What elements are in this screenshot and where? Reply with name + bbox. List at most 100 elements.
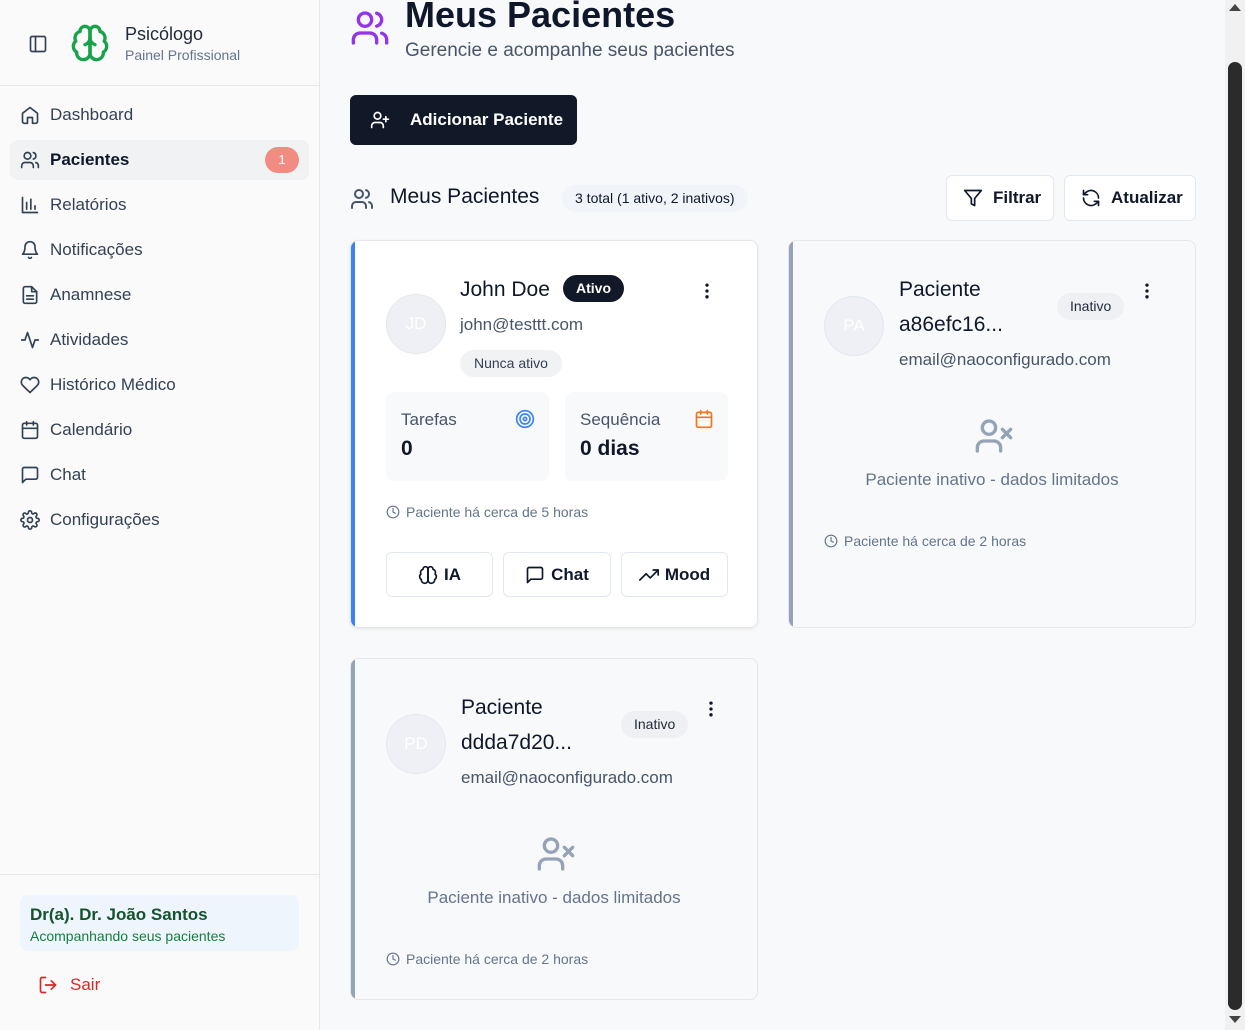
settings-icon (20, 510, 40, 530)
sidebar-item-pacientes[interactable]: Pacientes 1 (10, 140, 309, 180)
add-patient-button[interactable]: Adicionar Paciente (350, 95, 577, 145)
trending-up-icon (638, 565, 665, 585)
user-x-icon (974, 416, 1014, 456)
activity-icon (20, 330, 40, 350)
sidebar-item-historico-medico[interactable]: Histórico Médico (10, 365, 309, 405)
card-status-stripe (789, 241, 793, 627)
card-status-stripe (351, 241, 355, 627)
patient-name: John Doe (460, 278, 550, 301)
chat-button[interactable]: Chat (503, 552, 611, 597)
status-badge: Ativo (563, 275, 624, 302)
tasks-stat: Tarefas 0 (386, 392, 549, 481)
total-count-badge: 3 total (1 ativo, 2 inativos) (562, 185, 748, 212)
patient-email: email@naoconfigurado.com (899, 350, 1111, 369)
mood-button-label: Mood (664, 564, 711, 584)
scroll-up-arrow-icon[interactable] (1229, 4, 1241, 11)
logout-label: Sair (70, 975, 101, 994)
page-subtitle: Gerencie e acompanhe seus pacientes (405, 40, 735, 61)
status-badge: Inativo (1057, 293, 1125, 320)
logout-icon (38, 975, 70, 995)
sidebar-item-label: Atividades (50, 330, 129, 349)
scrollbar-thumb[interactable] (1228, 62, 1242, 1010)
target-icon (515, 409, 535, 429)
chat-button-label: Chat (551, 564, 589, 584)
file-text-icon (20, 285, 40, 305)
bell-icon (20, 240, 40, 260)
brain-icon (418, 565, 444, 585)
patient-card[interactable]: PA Paciente a86efc16... Inativo email@na… (788, 240, 1196, 628)
clock-icon (824, 534, 844, 548)
patient-card[interactable]: JD John Doe Ativo john@testtt.com Nunca … (350, 240, 758, 628)
clock-icon (386, 952, 406, 966)
calendar-icon (20, 420, 40, 440)
status-badge: Inativo (621, 711, 689, 738)
sidebar-item-label: Dashboard (50, 105, 134, 124)
sidebar-item-label: Histórico Médico (50, 375, 176, 394)
streak-value: 0 dias (580, 437, 640, 460)
patient-card[interactable]: PD Paciente ddda7d20... Inativo email@na… (350, 658, 758, 1000)
sidebar-item-calendario[interactable]: Calendário (10, 410, 309, 450)
inactive-message: Paciente inativo - dados limitados (865, 470, 1119, 489)
sidebar-item-label: Calendário (50, 420, 133, 439)
card-status-stripe (351, 659, 355, 999)
more-vertical-icon[interactable] (697, 281, 717, 301)
patient-name-line1: Paciente (461, 696, 543, 719)
streak-stat: Sequência 0 dias (565, 392, 728, 481)
logout-button[interactable]: Sair (38, 975, 100, 995)
filter-label: Filtrar (993, 188, 1042, 207)
sidebar-item-chat[interactable]: Chat (10, 455, 309, 495)
patient-name-line2: a86efc16... (899, 313, 1003, 336)
sidebar-toggle-icon[interactable] (28, 34, 48, 54)
sidebar-item-anamnese[interactable]: Anamnese (10, 275, 309, 315)
refresh-button[interactable]: Atualizar (1064, 175, 1196, 221)
activity-badge: Nunca ativo (460, 350, 562, 377)
sidebar-item-dashboard[interactable]: Dashboard (10, 95, 309, 135)
patient-name-line1: Paciente (899, 278, 981, 301)
clock-icon (386, 505, 406, 519)
patient-name: Paciente ddda7d20... (461, 690, 572, 760)
brain-logo-icon (70, 23, 110, 63)
app-title: Psicólogo (125, 24, 204, 44)
sidebar-item-notificacoes[interactable]: Notificações (10, 230, 309, 270)
sidebar-item-label: Anamnese (50, 285, 132, 304)
mood-button[interactable]: Mood (621, 552, 728, 597)
patient-since: Paciente há cerca de 5 horas (386, 504, 588, 520)
user-x-icon (536, 834, 576, 874)
user-name: Dr(a). Dr. João Santos (30, 905, 208, 924)
scroll-down-arrow-icon[interactable] (1229, 1016, 1241, 1023)
patient-name-line2: ddda7d20... (461, 731, 572, 754)
more-vertical-icon[interactable] (1137, 281, 1157, 301)
sidebar-item-label: Notificações (50, 240, 143, 259)
user-plus-icon (370, 110, 410, 130)
patient-since: Paciente há cerca de 2 horas (386, 951, 588, 967)
users-icon (350, 187, 374, 211)
refresh-icon (1081, 188, 1111, 208)
sidebar-item-configuracoes[interactable]: Configurações (10, 500, 309, 540)
users-icon (20, 150, 40, 170)
sidebar-nav: Dashboard Pacientes 1 Relatórios Notific… (10, 95, 309, 545)
message-square-icon (20, 465, 40, 485)
sidebar-item-label: Pacientes (50, 150, 130, 169)
patient-since-text: Paciente há cerca de 2 horas (844, 533, 1027, 549)
inactive-message: Paciente inativo - dados limitados (427, 888, 681, 907)
patient-since-text: Paciente há cerca de 5 horas (406, 504, 589, 520)
calendar-icon (694, 409, 714, 429)
tasks-value: 0 (401, 437, 413, 460)
user-info-box: Dr(a). Dr. João Santos Acompanhando seus… (20, 895, 299, 951)
bar-chart-icon (20, 195, 40, 215)
list-title: Meus Pacientes (390, 185, 540, 208)
ai-button[interactable]: IA (386, 552, 493, 597)
tasks-label: Tarefas (401, 410, 457, 429)
patient-email: john@testtt.com (460, 315, 584, 334)
sidebar-item-atividades[interactable]: Atividades (10, 320, 309, 360)
more-vertical-icon[interactable] (701, 699, 721, 719)
main-content: Meus Pacientes Gerencie e acompanhe seus… (320, 0, 1225, 1030)
user-subtitle: Acompanhando seus pacientes (30, 928, 226, 944)
sidebar-item-relatorios[interactable]: Relatórios (10, 185, 309, 225)
refresh-label: Atualizar (1111, 188, 1183, 207)
notification-count-badge: 1 (265, 147, 299, 173)
streak-label: Sequência (580, 410, 661, 429)
patient-email: email@naoconfigurado.com (461, 768, 673, 787)
filter-button[interactable]: Filtrar (946, 175, 1054, 221)
patient-since-text: Paciente há cerca de 2 horas (406, 951, 589, 967)
